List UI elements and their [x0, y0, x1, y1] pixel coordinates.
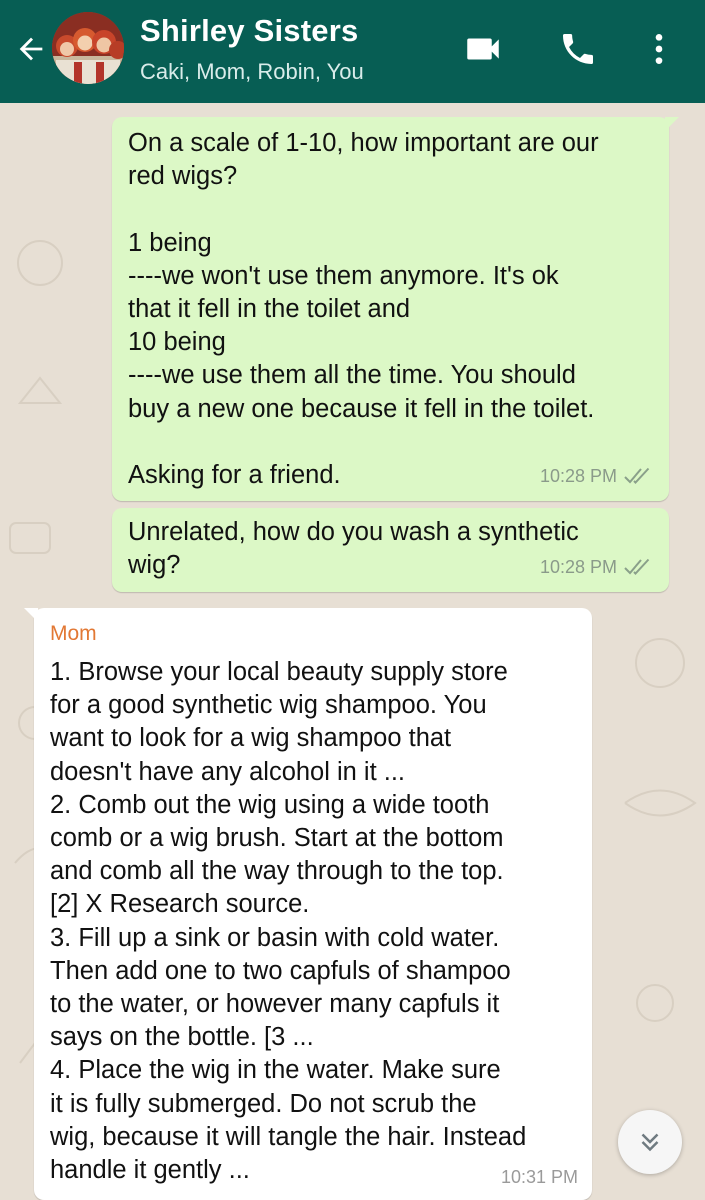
group-avatar[interactable]	[52, 12, 124, 84]
chat-header: Shirley Sisters Caki, Mom, Robin, You	[0, 0, 705, 103]
chat-members[interactable]: Caki, Mom, Robin, You	[140, 59, 364, 85]
more-options-button[interactable]	[637, 27, 681, 71]
message-list[interactable]: On a scale of 1-10, how important are ou…	[0, 103, 705, 1200]
read-check-icon	[624, 559, 650, 576]
bubble-tail	[24, 608, 38, 622]
message-text: On a scale of 1-10, how important are ou…	[128, 129, 599, 490]
message-meta: 10:28 PM	[540, 460, 655, 493]
more-vert-icon	[655, 34, 663, 64]
message-time: 10:28 PM	[539, 556, 617, 577]
message-time: 10:28 PM	[539, 465, 617, 486]
message-meta: 10:31 PM	[501, 1161, 578, 1194]
scroll-to-bottom-button[interactable]	[618, 1110, 682, 1174]
voice-call-button[interactable]	[556, 27, 600, 71]
message-sender[interactable]: Mom	[50, 620, 578, 648]
phone-icon	[563, 34, 593, 64]
video-call-icon	[467, 38, 499, 60]
bubble-tail	[665, 117, 679, 131]
read-check-icon	[624, 468, 650, 485]
back-button[interactable]	[12, 30, 50, 68]
message-bubble-incoming[interactable]: Mom 1. Browse your local beauty supply s…	[24, 608, 592, 1200]
message-bubble-outgoing[interactable]: On a scale of 1-10, how important are ou…	[112, 117, 679, 501]
video-call-button[interactable]	[461, 27, 505, 71]
message-meta: 10:28 PM	[540, 551, 655, 584]
chat-title[interactable]: Shirley Sisters	[140, 13, 358, 49]
message-bubble-outgoing[interactable]: Unrelated, how do you wash a synthetic w…	[112, 508, 669, 592]
group-photo	[52, 12, 124, 84]
double-chevron-down-icon	[641, 1133, 659, 1152]
back-arrow-icon	[19, 37, 43, 61]
message-text: 1. Browse your local beauty supply store…	[50, 658, 527, 1185]
message-time: 10:31 PM	[500, 1166, 578, 1187]
